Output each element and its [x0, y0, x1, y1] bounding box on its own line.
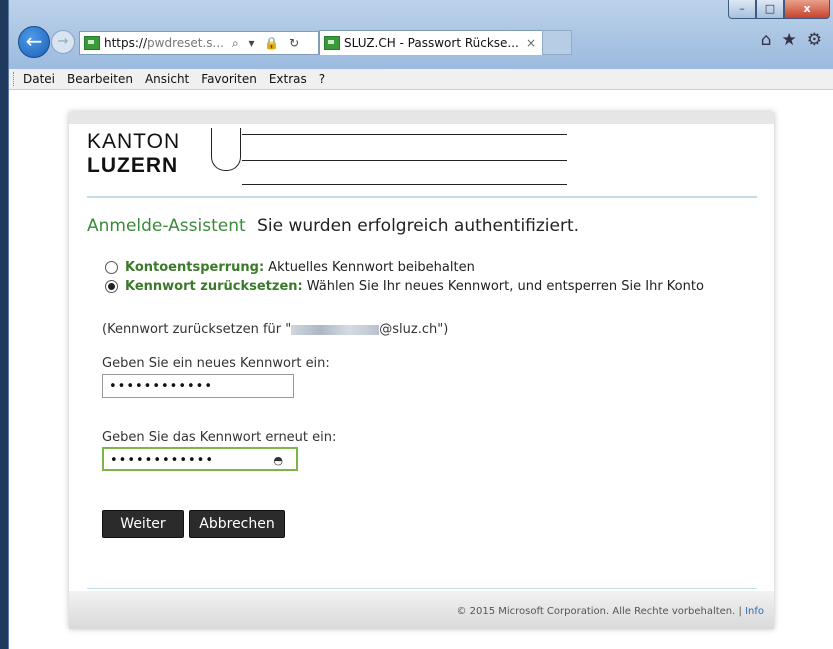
radio-reset[interactable] [105, 280, 118, 293]
forward-button[interactable]: → [51, 30, 75, 54]
info-link[interactable]: Info [745, 606, 764, 617]
header-divider [87, 196, 757, 198]
option-unlock-label: Kontoentsperrung: [125, 260, 265, 275]
redacted-username [291, 324, 380, 335]
next-button[interactable]: Weiter [102, 510, 184, 538]
settings-gear-icon[interactable]: ⚙ [807, 30, 822, 50]
reset-account-note: (Kennwort zurücksetzen für " @sluz.ch") [102, 322, 448, 337]
menu-item-ansicht[interactable]: Ansicht [139, 72, 195, 86]
option-reset-label: Kennwort zurücksetzen: [125, 279, 303, 294]
menu-item-extras[interactable]: Extras [263, 72, 313, 86]
logo-rule [242, 184, 567, 185]
title-text: Sie wurden erfolgreich authentifiziert. [257, 216, 580, 236]
browser-window: – □ x ← → https:// pwdreset.s... ⌕ ▾ 🔒 ↻… [8, 0, 833, 649]
confirm-password-value: •••••••••••• [110, 453, 215, 468]
new-password-field[interactable]: •••••••••••• [102, 374, 294, 398]
address-tools-icons[interactable]: ⌕ ▾ 🔒 ↻ [232, 36, 302, 51]
logo-line2: LUZERN [87, 154, 179, 177]
favorites-star-icon[interactable]: ★ [782, 30, 797, 50]
address-scheme: https:// [104, 36, 148, 50]
tab-active[interactable]: SLUZ.CH - Passwort Rückse... × [319, 30, 543, 55]
tab-site-icon [324, 36, 340, 50]
maximize-button[interactable]: □ [756, 0, 784, 19]
confirm-password-label: Geben Sie das Kennwort erneut ein: [102, 430, 337, 445]
tab-close-icon[interactable]: × [526, 36, 536, 50]
browser-toolbar-icons: ⌂ ★ ⚙ [761, 30, 822, 50]
reveal-password-icon[interactable]: ◓ [273, 449, 284, 473]
menu-item-datei[interactable]: Datei [17, 72, 61, 86]
logo-rule [242, 160, 567, 161]
note-prefix: (Kennwort zurücksetzen für " [102, 322, 292, 337]
page-viewport: KANTON LUZERN Anmelde-Assistent Sie wurd… [9, 90, 833, 649]
step-label: Anmelde-Assistent [87, 216, 246, 236]
new-password-label: Geben Sie ein neues Kennwort ein: [102, 356, 330, 371]
note-suffix: @sluz.ch") [379, 322, 449, 337]
footer-separator: | [738, 606, 742, 617]
home-icon[interactable]: ⌂ [761, 30, 772, 50]
radio-unlock[interactable] [105, 261, 118, 274]
copyright-text: © 2015 Microsoft Corporation. Alle Recht… [456, 606, 736, 617]
window-caption-buttons: – □ x [728, 0, 830, 19]
confirm-password-field[interactable]: •••••••••••• ◓ [102, 447, 298, 471]
option-unlock[interactable]: Kontoentsperrung: Aktuelles Kennwort bei… [105, 260, 475, 275]
tab-title: SLUZ.CH - Passwort Rückse... [344, 36, 519, 50]
new-password-value: •••••••••••• [109, 379, 214, 394]
minimize-button[interactable]: – [728, 0, 756, 19]
cancel-button[interactable]: Abbrechen [189, 510, 285, 538]
logo-shield-icon [211, 128, 241, 171]
option-reset-text: Wählen Sie Ihr neues Kennwort, und entsp… [306, 279, 704, 294]
kanton-luzern-logo: KANTON LUZERN [87, 128, 567, 188]
back-button[interactable]: ← [18, 26, 50, 58]
page-title: Anmelde-Assistent Sie wurden erfolgreich… [87, 216, 579, 236]
logo-rule [242, 134, 567, 135]
address-bar[interactable]: https:// pwdreset.s... ⌕ ▾ 🔒 ↻ [79, 31, 319, 55]
footer-divider [87, 588, 757, 589]
menu-item-bearbeiten[interactable]: Bearbeiten [61, 72, 139, 86]
new-tab-button[interactable] [542, 30, 572, 55]
site-icon [84, 36, 100, 50]
option-unlock-text: Aktuelles Kennwort beibehalten [268, 260, 475, 275]
logo-line1: KANTON [87, 130, 181, 153]
reset-card: KANTON LUZERN Anmelde-Assistent Sie wurd… [69, 112, 774, 629]
menu-item-help[interactable]: ? [313, 72, 331, 86]
footer: © 2015 Microsoft Corporation. Alle Recht… [456, 606, 764, 617]
address-host: pwdreset.s... [147, 36, 224, 50]
option-reset[interactable]: Kennwort zurücksetzen: Wählen Sie Ihr ne… [105, 279, 704, 294]
menu-item-favoriten[interactable]: Favoriten [195, 72, 263, 86]
close-window-button[interactable]: x [784, 0, 830, 19]
menu-bar: Datei Bearbeiten Ansicht Favoriten Extra… [9, 69, 833, 90]
